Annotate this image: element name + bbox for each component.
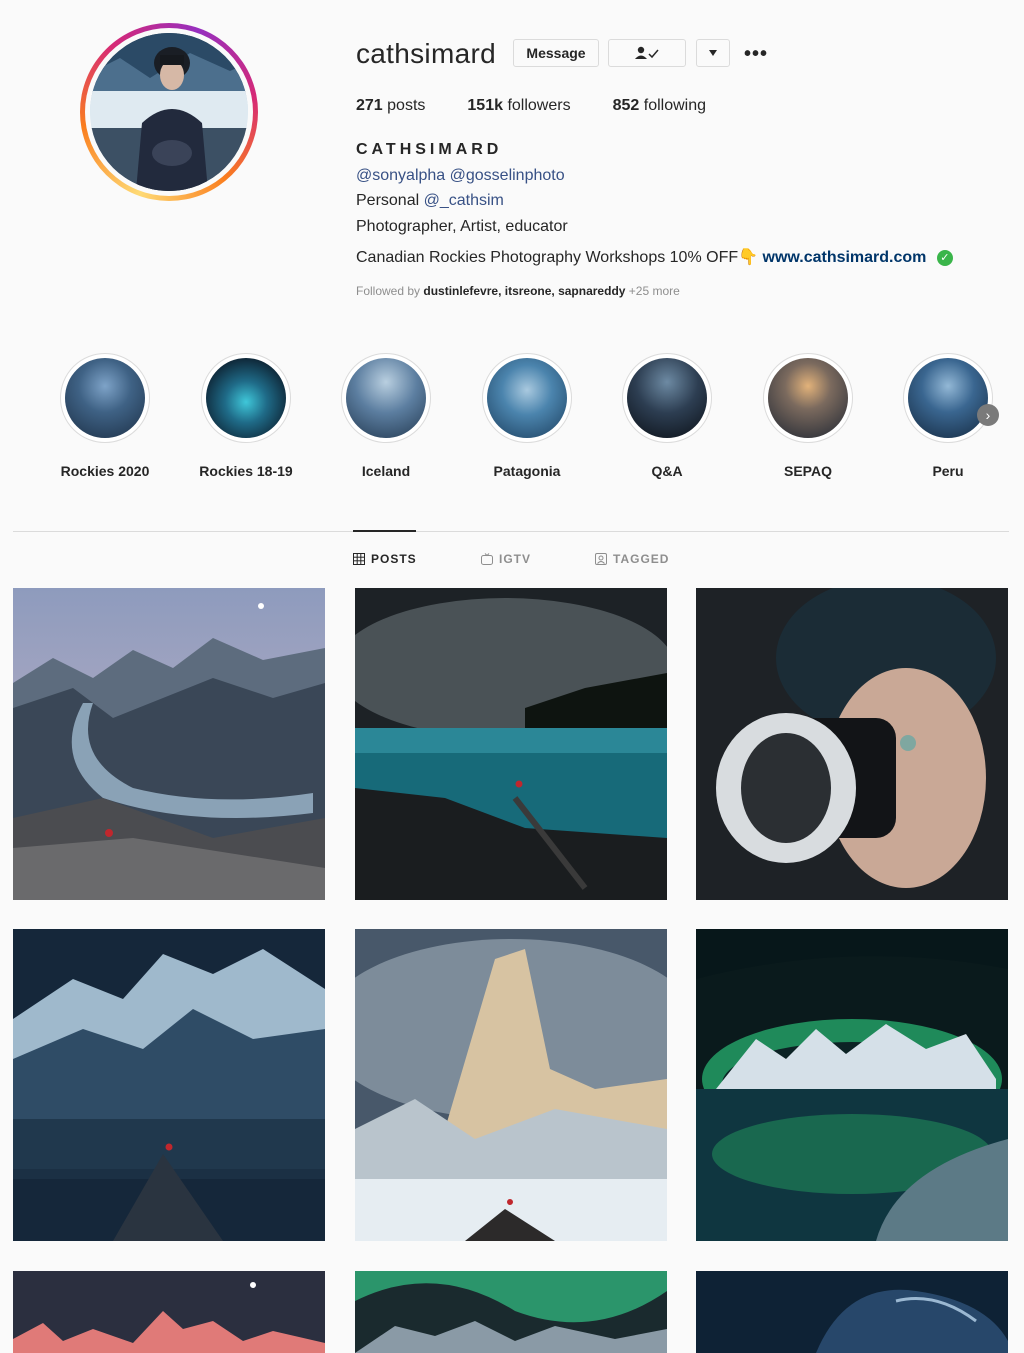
tab-tagged[interactable]: TAGGED (595, 552, 669, 566)
suggested-accounts-dropdown[interactable] (696, 39, 730, 67)
website-link[interactable]: www.cathsimard.com (763, 249, 927, 266)
tagged-user-icon (595, 553, 607, 565)
followers-label: followers (507, 97, 571, 114)
post-thumbnail[interactable] (355, 1271, 667, 1353)
post-photo (13, 929, 325, 1241)
post-photo (696, 1271, 1008, 1353)
post-photo (696, 588, 1008, 900)
followers-count: 151k (467, 97, 503, 114)
highlight-label: Iceland (361, 463, 411, 479)
profile-stats: 271 posts 151k followers 852 following (356, 97, 748, 115)
triangle-down-icon (709, 50, 717, 56)
message-button[interactable]: Message (513, 39, 599, 67)
profile-avatar[interactable] (90, 33, 248, 191)
following-label: following (643, 97, 707, 114)
more-options-icon[interactable]: ••• (744, 43, 768, 66)
followers-stat[interactable]: 151k followers (467, 97, 570, 115)
highlight-ring (341, 353, 431, 443)
highlight-ring (60, 353, 150, 443)
highlight-ring (482, 353, 572, 443)
tabs-divider (13, 531, 1009, 532)
highlight-cover (768, 358, 848, 438)
post-photo (13, 588, 325, 900)
highlight-ring (903, 353, 993, 443)
post-thumbnail[interactable] (13, 929, 325, 1241)
tab-igtv-label: IGTV (499, 552, 532, 566)
bio-mentions[interactable]: @sonyalpha @gosselinphoto (356, 167, 565, 185)
bio-workshops-text: Canadian Rockies Photography Workshops 1… (356, 249, 739, 266)
bio-personal-line: Personal @_cathsim (356, 192, 504, 210)
highlight-label: Peru (932, 463, 964, 479)
verified-check-icon: ✓ (936, 249, 953, 266)
followed-by-names: dustinlefevre, itsreone, sapnareddy (423, 284, 626, 298)
highlight-label: Rockies 2020 (60, 463, 150, 479)
highlight-cover (65, 358, 145, 438)
highlight-cover (908, 358, 988, 438)
active-tab-indicator (353, 530, 416, 532)
highlight-cover (627, 358, 707, 438)
highlight-item[interactable]: Iceland (326, 353, 446, 479)
highlight-item[interactable]: Rockies 2020 (45, 353, 165, 479)
highlight-ring (763, 353, 853, 443)
posts-count: 271 (356, 97, 383, 114)
profile-full-name: CATHSIMARD (356, 141, 503, 158)
highlight-label: Q&A (651, 463, 683, 479)
highlight-cover (346, 358, 426, 438)
highlight-item[interactable]: Patagonia (467, 353, 587, 479)
highlight-item[interactable]: SEPAQ (748, 353, 868, 479)
following-status-button[interactable] (608, 39, 686, 67)
post-photo (13, 1271, 325, 1353)
post-thumbnail[interactable] (355, 929, 667, 1241)
pointing-down-emoji-icon: 👇 (738, 249, 759, 266)
post-thumbnail[interactable] (13, 588, 325, 900)
person-check-icon (635, 46, 659, 59)
post-thumbnail[interactable] (696, 588, 1008, 900)
tab-posts[interactable]: POSTS (353, 552, 417, 566)
highlight-cover (206, 358, 286, 438)
highlight-item[interactable]: Rockies 18-19 (186, 353, 306, 479)
followed-by-prefix: Followed by (356, 284, 421, 298)
grid-icon (353, 553, 365, 565)
highlight-ring (201, 353, 291, 443)
chevron-right-icon[interactable]: › (977, 404, 999, 426)
followed-by-more: +25 more (628, 284, 680, 298)
post-photo (355, 929, 667, 1241)
bio-workshops-line: Canadian Rockies Photography Workshops 1… (356, 247, 953, 267)
highlight-label: Patagonia (493, 463, 561, 479)
igtv-icon (481, 553, 493, 565)
post-thumbnail[interactable] (13, 1271, 325, 1353)
bio-occupation: Photographer, Artist, educator (356, 218, 568, 235)
message-button-label: Message (526, 45, 586, 61)
tab-igtv[interactable]: IGTV (481, 552, 531, 566)
highlight-ring (622, 353, 712, 443)
post-thumbnail[interactable] (355, 588, 667, 900)
post-thumbnail[interactable] (696, 929, 1008, 1241)
avatar-photo (90, 33, 248, 191)
bio-personal-prefix: Personal (356, 192, 420, 209)
tab-tagged-label: TAGGED (613, 552, 670, 566)
post-photo (696, 929, 1008, 1241)
following-count: 852 (612, 97, 640, 114)
following-stat[interactable]: 852 following (613, 97, 706, 115)
highlight-cover (487, 358, 567, 438)
posts-stat: 271 posts (356, 97, 425, 115)
post-photo (355, 588, 667, 900)
post-photo (355, 1271, 667, 1353)
post-thumbnail[interactable] (696, 1271, 1008, 1353)
bio-personal-handle[interactable]: @_cathsim (424, 192, 504, 209)
highlight-item[interactable]: Q&A (607, 353, 727, 479)
highlight-label: Rockies 18-19 (199, 463, 293, 479)
profile-username: cathsimard (356, 38, 496, 69)
followed-by[interactable]: Followed by dustinlefevre, itsreone, sap… (356, 284, 680, 298)
highlight-label: SEPAQ (784, 463, 832, 479)
tab-posts-label: POSTS (371, 552, 417, 566)
posts-label: posts (387, 97, 426, 114)
